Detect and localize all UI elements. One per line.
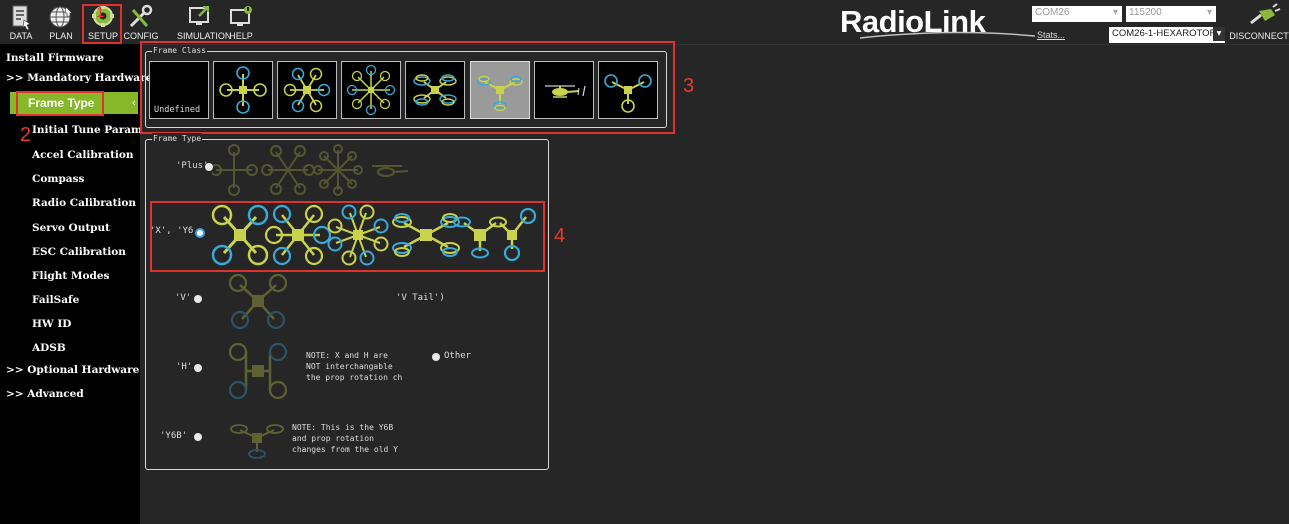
toolbar-data-button[interactable]: DATA bbox=[4, 2, 38, 42]
plug-icon bbox=[1250, 3, 1281, 25]
sidebar: Install Firmware >> Mandatory Hardware F… bbox=[0, 44, 152, 524]
note-line: changes from the old Y bbox=[292, 445, 398, 454]
data-icon bbox=[12, 5, 31, 30]
sidebar-item-radio-calibration[interactable]: Radio Calibration bbox=[32, 193, 140, 213]
globe-icon bbox=[49, 6, 73, 28]
annotation-box-frame-type-x bbox=[150, 201, 545, 272]
disconnect-label: DISCONNECT bbox=[1229, 31, 1289, 41]
sidebar-item-accel-calibration[interactable]: Accel Calibration bbox=[32, 145, 140, 165]
frame-type-h-note: NOTE: X and H are NOT interchangable the… bbox=[306, 350, 402, 383]
brand-swoosh-icon bbox=[860, 31, 1035, 39]
toolbar-config-button[interactable]: CONFIG bbox=[124, 2, 159, 42]
sidebar-item-esc-calibration[interactable]: ESC Calibration bbox=[32, 242, 140, 262]
sidebar-item-install-firmware[interactable]: Install Firmware bbox=[6, 48, 104, 68]
callout-3: 3 bbox=[683, 75, 695, 97]
frame-type-other-label: Other bbox=[444, 351, 472, 361]
baud-value: 115200 bbox=[1129, 7, 1162, 18]
frame-type-v-label: 'V' bbox=[175, 293, 192, 303]
port-value: COM26 bbox=[1035, 7, 1070, 18]
toolbar-plan-button[interactable]: PLAN bbox=[44, 2, 78, 42]
callout-2: 2 bbox=[20, 124, 32, 146]
frame-type-v-radio[interactable] bbox=[194, 295, 202, 303]
note-line: and prop rotation bbox=[292, 434, 374, 443]
frame-type-vtail-label[interactable]: 'V Tail') bbox=[396, 293, 445, 303]
toolbar-simulation-button[interactable]: SIMULATION bbox=[177, 2, 231, 42]
chevron-left-icon: ‹ bbox=[131, 96, 136, 109]
config-icon bbox=[129, 4, 153, 28]
frame-type-title: Frame Type bbox=[152, 133, 203, 144]
toolbar-help-button[interactable]: HELP bbox=[224, 2, 258, 42]
callout-4: 4 bbox=[554, 225, 566, 247]
frame-type-plus-label: 'Plus' bbox=[176, 161, 209, 171]
h-frame-icon bbox=[228, 342, 288, 400]
sidebar-item-adsb[interactable]: ADSB bbox=[32, 338, 66, 358]
note-line: the prop rotation ch bbox=[306, 373, 403, 382]
frame-type-other-radio[interactable] bbox=[432, 353, 440, 361]
callout-1: 1 bbox=[96, 4, 105, 21]
toolbar-plan-label: PLAN bbox=[49, 31, 73, 41]
chevron-down-icon: ▾ bbox=[1213, 27, 1225, 41]
simulation-icon bbox=[189, 6, 209, 25]
sidebar-item-initial-tune[interactable]: Initial Tune Parameters bbox=[32, 120, 140, 140]
sidebar-item-mandatory-hardware[interactable]: >> Mandatory Hardware bbox=[6, 68, 152, 88]
sidebar-item-advanced[interactable]: >> Advanced bbox=[6, 384, 84, 404]
port-select[interactable]: COM26 ▾ bbox=[1032, 6, 1122, 22]
help-icon bbox=[230, 6, 252, 26]
frame-type-y6b-note: NOTE: This is the Y6B and prop rotation … bbox=[292, 422, 398, 455]
connection-value: COM26-1-HEXAROTOF bbox=[1112, 28, 1216, 39]
sidebar-item-flight-modes[interactable]: Flight Modes bbox=[32, 266, 109, 286]
frame-type-y6b-label: 'Y6B' bbox=[160, 431, 188, 441]
sidebar-item-optional-hardware[interactable]: >> Optional Hardware bbox=[6, 360, 139, 380]
toolbar-simulation-label: SIMULATION bbox=[177, 31, 232, 41]
sidebar-item-compass[interactable]: Compass bbox=[32, 169, 84, 189]
v-frame-icon bbox=[228, 273, 288, 329]
y6b-frame-icon bbox=[230, 424, 284, 459]
annotation-box-frame-type bbox=[16, 91, 104, 116]
note-line: NOTE: This is the Y6B bbox=[292, 423, 394, 432]
sidebar-item-hw-id[interactable]: HW ID bbox=[32, 314, 71, 334]
frame-type-h-label: 'H' bbox=[176, 362, 193, 372]
toolbar-help-label: HELP bbox=[229, 31, 253, 41]
connection-select[interactable]: COM26-1-HEXAROTOF ▾ bbox=[1109, 27, 1225, 43]
sidebar-item-servo-output[interactable]: Servo Output bbox=[32, 218, 110, 238]
disconnect-button[interactable]: DISCONNECT bbox=[1229, 3, 1289, 43]
top-toolbar: DATA PLAN SETUP CONFIG SIMULATION HELP R… bbox=[0, 0, 1289, 45]
chevron-down-icon: ▾ bbox=[1112, 7, 1118, 18]
plus-frames-icon bbox=[212, 144, 409, 196]
frame-type-y6b-radio[interactable] bbox=[194, 433, 202, 441]
annotation-box-frame-class bbox=[140, 41, 675, 134]
sidebar-item-failsafe[interactable]: FailSafe bbox=[32, 290, 79, 310]
frame-type-h-radio[interactable] bbox=[194, 364, 202, 372]
toolbar-config-label: CONFIG bbox=[123, 31, 159, 41]
baud-select[interactable]: 115200 ▾ bbox=[1126, 6, 1216, 22]
chevron-down-icon: ▾ bbox=[1206, 7, 1212, 18]
note-line: NOT interchangable bbox=[306, 362, 393, 371]
stats-link[interactable]: Stats... bbox=[1034, 28, 1074, 44]
note-line: NOTE: X and H are bbox=[306, 351, 388, 360]
